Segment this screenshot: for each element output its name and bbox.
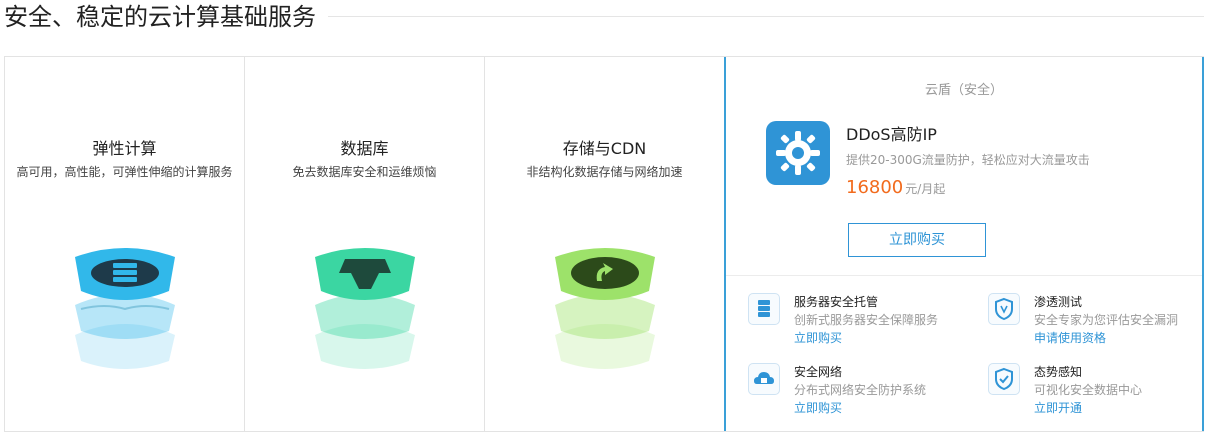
storage-illustration-icon (554, 248, 655, 369)
card-subtitle: 免去数据库安全和运维烦恼 (292, 165, 437, 179)
service-description: 可视化安全数据中心 (1034, 383, 1143, 397)
service-link[interactable]: 立即开通 (1034, 399, 1082, 416)
card-title: 数据库 (340, 139, 389, 158)
shield-icon (988, 293, 1020, 325)
service-name[interactable]: 渗透测试 (1034, 293, 1082, 310)
panel-divider (726, 275, 1202, 276)
featured-security-panel: 云盾（安全） DDoS高防IP 提供20-300G流量防护，轻松应对大流量攻击 (724, 57, 1204, 431)
price-unit: 元/月起 (905, 182, 946, 196)
product-price: 16800 元/月起 (846, 177, 945, 198)
featured-category: 云盾（安全） (924, 83, 1003, 98)
section-header: 安全、稳定的云计算基础服务 (0, 0, 1208, 40)
service-name[interactable]: 安全网络 (794, 363, 842, 380)
service-item-situation-awareness: 态势感知 可视化安全数据中心 立即开通 (988, 363, 1208, 423)
service-description: 创新式服务器安全保障服务 (794, 313, 939, 327)
card-subtitle: 高可用，高性能，可弹性伸缩的计算服务 (16, 165, 233, 179)
shield-check-icon (988, 363, 1020, 395)
price-value: 16800 (846, 177, 904, 198)
service-link[interactable]: 立即购买 (794, 399, 842, 416)
service-grid: 弹性计算 高可用，高性能，可弹性伸缩的计算服务 数据库 免去数据库安全和运维烦恼… (4, 56, 1204, 432)
cloud-lock-icon (748, 363, 780, 395)
gear-shield-icon (766, 121, 830, 185)
service-link[interactable]: 立即购买 (794, 329, 842, 346)
service-item-server-hosting: 服务器安全托管 创新式服务器安全保障服务 立即购买 (748, 293, 978, 353)
service-item-penetration-test: 渗透测试 安全专家为您评估安全漏洞 申请使用资格 (988, 293, 1208, 353)
service-name[interactable]: 服务器安全托管 (794, 293, 878, 310)
server-icon (748, 293, 780, 325)
section-title: 安全、稳定的云计算基础服务 (4, 2, 328, 32)
database-illustration-icon (314, 248, 415, 369)
compute-illustration-icon (74, 248, 175, 369)
card-title: 存储与CDN (562, 139, 647, 158)
service-name[interactable]: 态势感知 (1034, 363, 1082, 380)
service-item-secure-network: 安全网络 分布式网络安全防护系统 立即购买 (748, 363, 978, 423)
product-description: 提供20-300G流量防护，轻松应对大流量攻击 (846, 153, 1090, 167)
card-storage[interactable]: 存储与CDN 非结构化数据存储与网络加速 (484, 57, 724, 431)
card-database[interactable]: 数据库 免去数据库安全和运维烦恼 (244, 57, 484, 431)
product-name[interactable]: DDoS高防IP (846, 121, 937, 145)
service-description: 安全专家为您评估安全漏洞 (1034, 313, 1179, 327)
card-compute[interactable]: 弹性计算 高可用，高性能，可弹性伸缩的计算服务 (4, 57, 244, 431)
service-link[interactable]: 申请使用资格 (1034, 329, 1106, 346)
service-description: 分布式网络安全防护系统 (794, 383, 927, 397)
card-subtitle: 非结构化数据存储与网络加速 (526, 165, 683, 179)
card-title: 弹性计算 (92, 139, 157, 158)
buy-now-button[interactable]: 立即购买 (848, 223, 986, 257)
